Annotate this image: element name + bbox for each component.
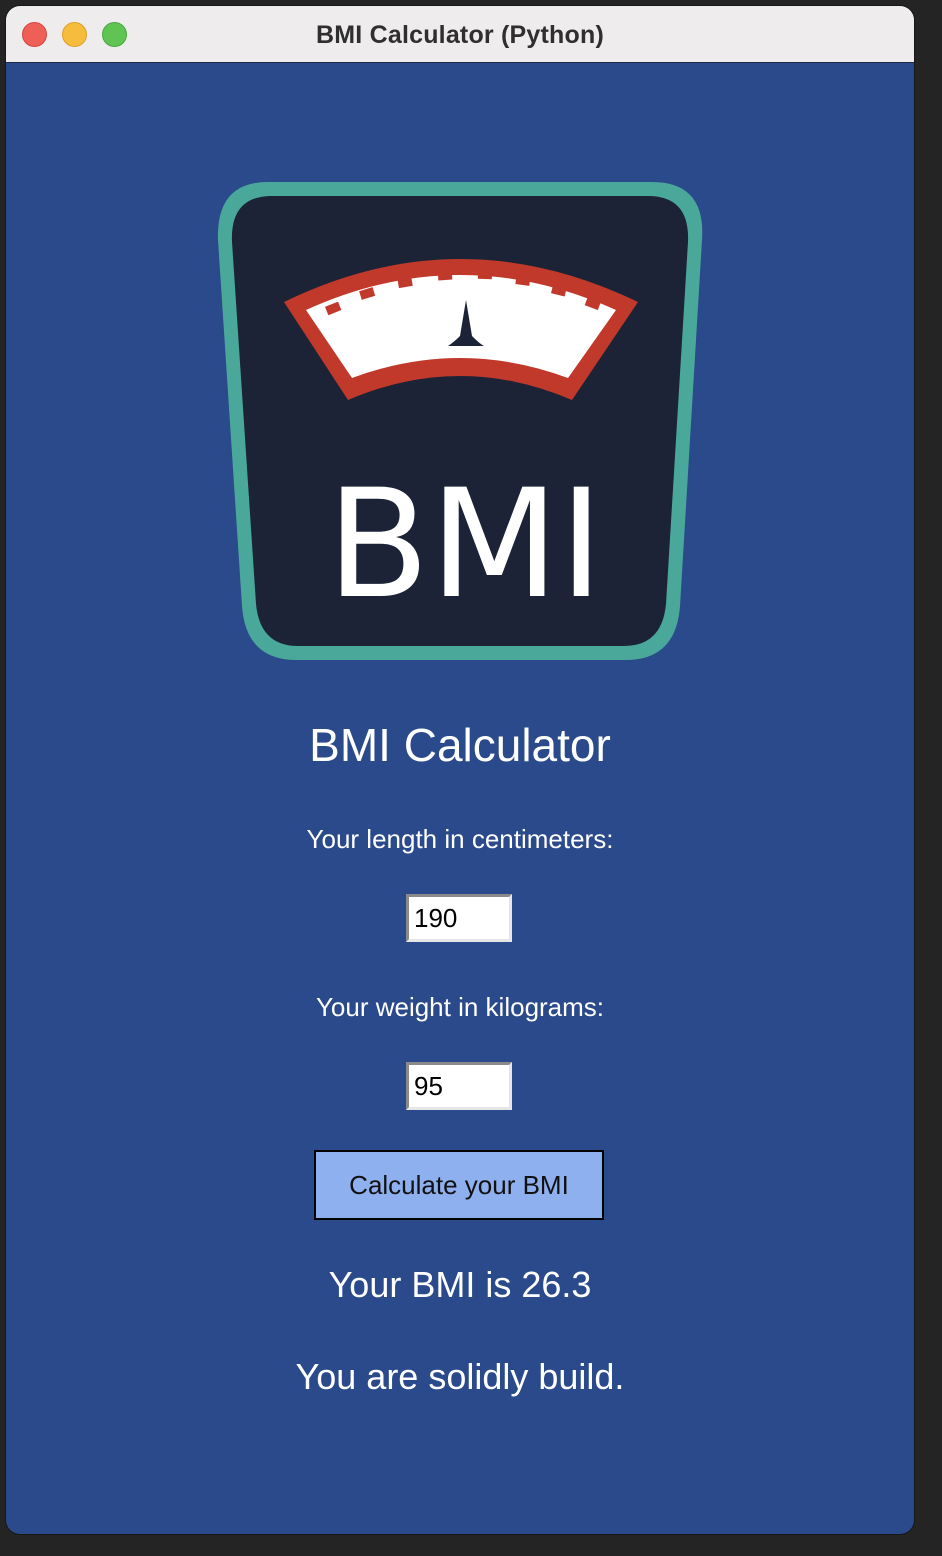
calculate-button[interactable]: Calculate your BMI xyxy=(314,1150,604,1220)
bmi-logo: BMI xyxy=(206,168,714,676)
weight-label: Your weight in kilograms: xyxy=(315,992,605,1022)
length-input[interactable] xyxy=(406,894,512,942)
weight-input[interactable] xyxy=(406,1062,512,1110)
bmi-message: You are solidly build. xyxy=(295,1356,625,1397)
length-label: Your length in centimeters: xyxy=(306,824,614,854)
app-heading: BMI Calculator xyxy=(309,719,611,771)
window-title: BMI Calculator (Python) xyxy=(316,21,604,49)
logo-text: BMI xyxy=(327,458,604,632)
title-bar[interactable]: BMI Calculator (Python) xyxy=(6,6,914,63)
app-window: BMI Calculator (Python) BMI BMI Calculat… xyxy=(6,6,914,1534)
bmi-result: Your BMI is 26.3 xyxy=(328,1264,592,1305)
